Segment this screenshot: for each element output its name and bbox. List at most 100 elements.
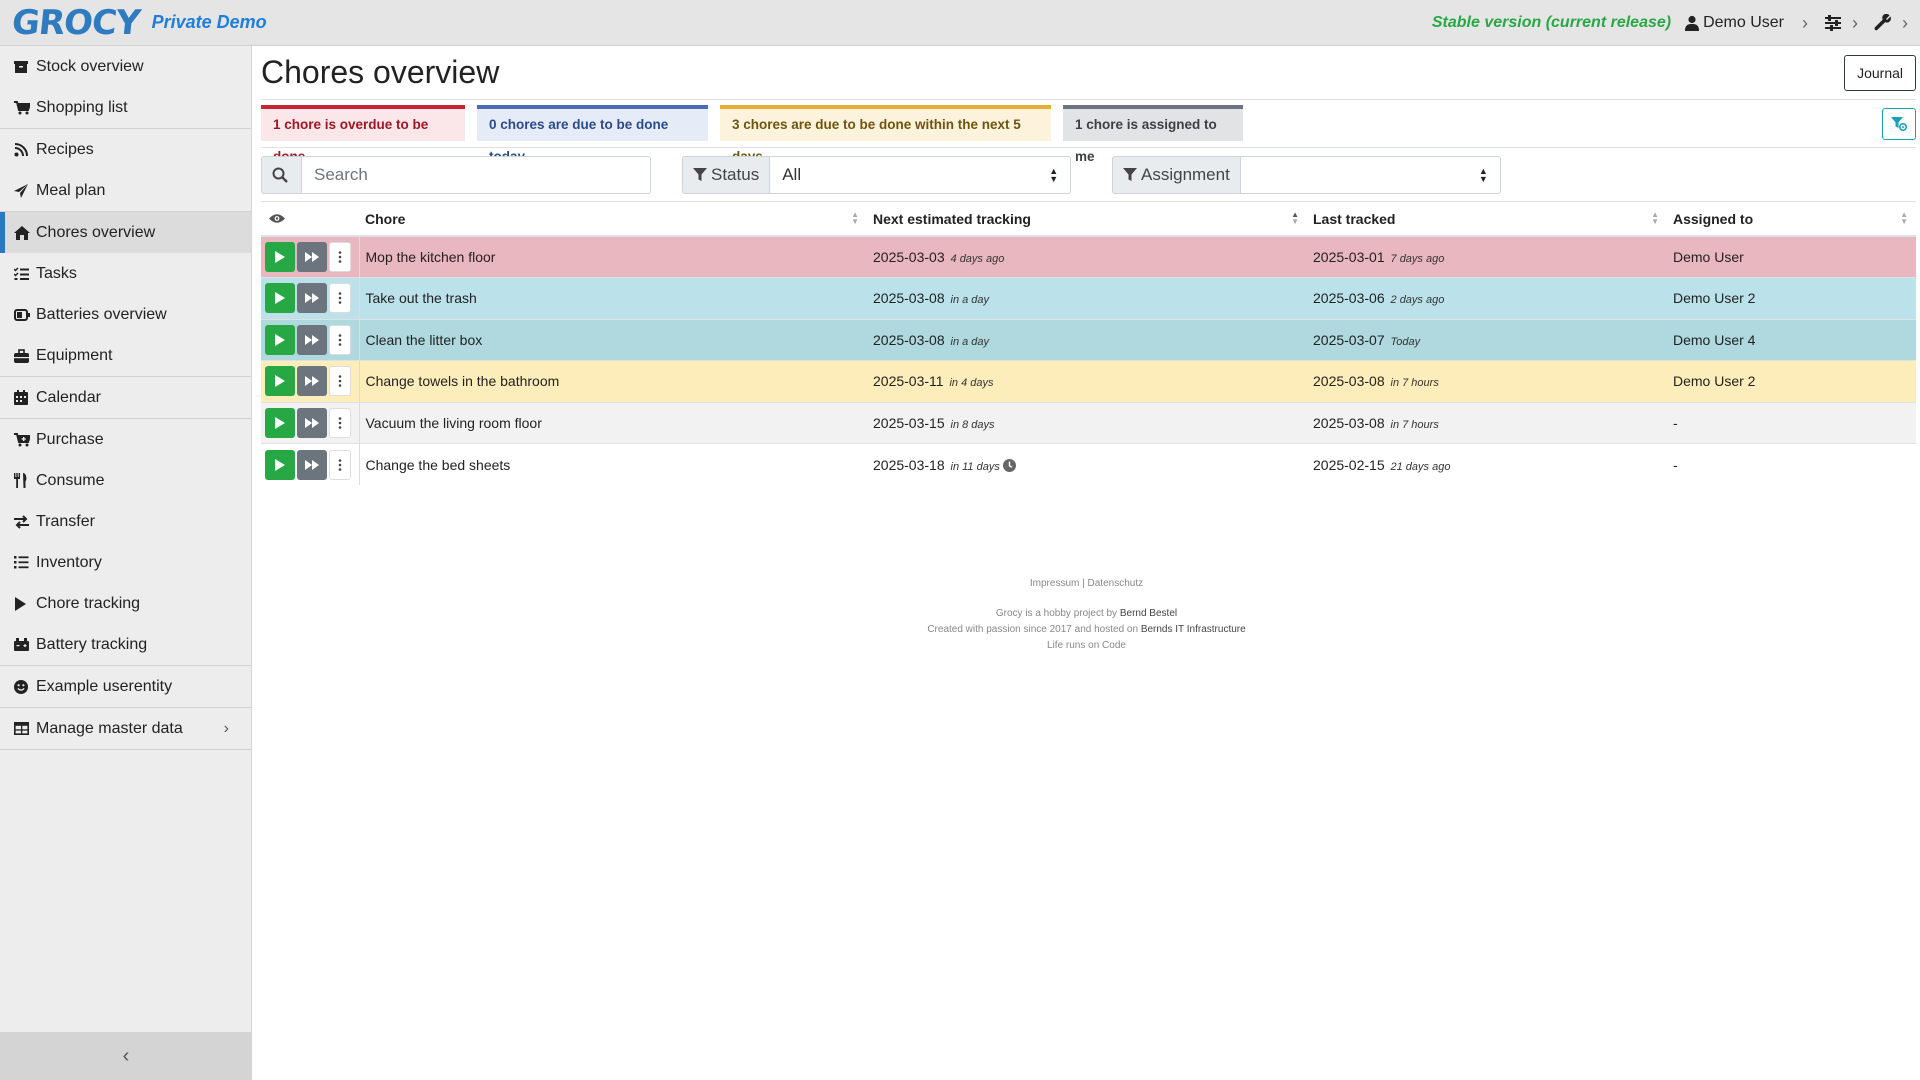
version-label[interactable]: Stable version (current release) — [1432, 14, 1671, 32]
author-link[interactable]: Bernd Bestel — [1120, 608, 1177, 619]
chevron-right-icon[interactable]: › — [224, 720, 229, 738]
sidebar-item-chores-overview[interactable]: Chores overview — [0, 212, 251, 253]
search-addon — [261, 156, 302, 194]
top-navbar: GROCY Private Demo Stable version (curre… — [0, 0, 1920, 46]
more-options-button[interactable] — [329, 283, 351, 314]
sidebar: Stock overview Shopping list Recipes Mea… — [0, 46, 252, 1080]
table-row[interactable]: Mop the kitchen floor 2025-03-03 4 days … — [261, 236, 1916, 278]
chore-name[interactable]: Clean the litter box — [359, 319, 867, 361]
chore-name[interactable]: Take out the trash — [359, 277, 867, 320]
track-chore-button[interactable] — [265, 449, 295, 480]
sidebar-item-example-userentity[interactable]: Example userentity — [0, 666, 251, 707]
status-filter-select[interactable]: All ▲ ▼ — [770, 156, 1072, 194]
track-chore-button[interactable] — [265, 366, 295, 397]
table-row[interactable]: Change towels in the bathroom 2025-03-11… — [261, 360, 1916, 403]
grocy-logo[interactable]: GROCY — [10, 0, 142, 46]
table-row[interactable]: Vacuum the living room floor 2025-03-15 … — [261, 402, 1916, 444]
more-options-button[interactable] — [329, 242, 351, 272]
chevron-right-icon[interactable]: › — [1802, 13, 1808, 34]
more-options-button[interactable] — [329, 366, 351, 397]
calendar-icon — [14, 390, 36, 405]
chore-name[interactable]: Change towels in the bathroom — [359, 360, 867, 403]
column-header-next-tracking[interactable]: Next estimated tracking ▲ ▼ — [867, 202, 1307, 237]
skip-chore-button[interactable] — [297, 449, 327, 480]
column-header-last-tracked[interactable]: Last tracked ▲ ▼ — [1307, 202, 1667, 237]
ellipsis-vertical-icon — [338, 416, 342, 429]
ellipsis-vertical-icon — [338, 458, 342, 471]
assignment-filter-group: Assignment ▲ ▼ — [1112, 156, 1501, 194]
table-row[interactable]: Change the bed sheets 2025-03-18 in 11 d… — [261, 443, 1916, 485]
more-options-button[interactable] — [329, 324, 351, 355]
sidebar-item-consume[interactable]: Consume — [0, 460, 251, 501]
skip-chore-button[interactable] — [297, 324, 327, 355]
exchange-icon — [14, 514, 36, 529]
track-chore-button[interactable] — [265, 283, 295, 314]
sidebar-item-equipment[interactable]: Equipment — [0, 335, 251, 376]
chore-name[interactable]: Change the bed sheets — [359, 443, 867, 485]
settings-sliders-icon[interactable] — [1824, 15, 1842, 31]
host-link[interactable]: Bernds IT Infrastructure — [1141, 624, 1246, 635]
sidebar-item-label: Manage master data — [36, 719, 183, 737]
sidebar-item-inventory[interactable]: Inventory — [0, 542, 251, 583]
user-menu[interactable]: Demo User — [1685, 14, 1784, 32]
chore-name[interactable]: Vacuum the living room floor — [359, 402, 867, 444]
table-header-row: Chore ▲ ▼ Next estimated tracking ▲ ▼ Last t… — [261, 202, 1916, 237]
skip-chore-button[interactable] — [297, 242, 327, 272]
fast-forward-icon — [305, 459, 319, 470]
sidebar-item-stock-overview[interactable]: Stock overview — [0, 46, 251, 87]
sidebar-collapse-button[interactable]: ‹ — [0, 1032, 252, 1080]
sidebar-item-transfer[interactable]: Transfer — [0, 501, 251, 542]
play-icon — [275, 375, 285, 388]
play-icon — [14, 596, 36, 611]
assignment-filter-select[interactable]: ▲ ▼ — [1240, 156, 1501, 194]
sidebar-item-calendar[interactable]: Calendar — [0, 377, 251, 418]
footer-hosting: Created with passion since 2017 and host… — [927, 624, 1246, 635]
sidebar-item-batteries-overview[interactable]: Batteries overview — [0, 294, 251, 335]
track-chore-button[interactable] — [265, 242, 295, 272]
sidebar-item-tasks[interactable]: Tasks — [0, 253, 251, 294]
sidebar-item-shopping-list[interactable]: Shopping list — [0, 87, 251, 128]
sidebar-item-purchase[interactable]: Purchase — [0, 419, 251, 460]
status-badge-due-soon[interactable]: 3 chores are due to be done within the n… — [720, 105, 1051, 164]
sidebar-item-manage-master-data[interactable]: Manage master data › — [0, 708, 251, 749]
assigned-to: Demo User 2 — [1667, 277, 1916, 320]
topbar-right: Stable version (current release) Demo Us… — [1432, 0, 1920, 46]
sort-asc-icon: ▲ ▼ — [1291, 210, 1299, 226]
chore-name[interactable]: Mop the kitchen floor — [359, 236, 867, 278]
assigned-to: Demo User 4 — [1667, 319, 1916, 361]
status-badge-assigned-to-me[interactable]: 1 chore is assigned to me — [1063, 105, 1243, 164]
wrench-icon[interactable] — [1874, 14, 1892, 32]
journal-button[interactable]: Journal — [1844, 55, 1916, 91]
chevron-right-icon[interactable]: › — [1852, 13, 1858, 34]
impressum-link[interactable]: Impressum — [1030, 578, 1079, 589]
skip-chore-button[interactable] — [297, 407, 327, 438]
table-row[interactable]: Take out the trash 2025-03-08 in a day 2… — [261, 277, 1916, 320]
chevron-right-icon[interactable]: › — [1902, 13, 1908, 34]
column-header-assigned-to[interactable]: Assigned to ▲ ▼ — [1667, 202, 1916, 237]
status-badge-overdue[interactable]: 1 chore is overdue to be done — [261, 105, 465, 164]
ellipsis-vertical-icon — [338, 251, 342, 263]
more-options-button[interactable] — [329, 449, 351, 480]
search-input[interactable]: Search — [302, 156, 651, 194]
page-title: Chores overview — [261, 54, 500, 90]
sidebar-divider — [0, 749, 251, 750]
status-badge-due-today[interactable]: 0 chores are due to be done today — [477, 105, 708, 164]
filter-toggle-button[interactable] — [1882, 108, 1916, 140]
skip-chore-button[interactable] — [297, 283, 327, 314]
track-chore-button[interactable] — [265, 407, 295, 438]
sidebar-item-chore-tracking[interactable]: Chore tracking — [0, 583, 251, 624]
column-header-chore[interactable]: Chore ▲ ▼ — [359, 202, 867, 237]
skip-chore-button[interactable] — [297, 366, 327, 397]
more-options-button[interactable] — [329, 407, 351, 438]
track-chore-button[interactable] — [265, 324, 295, 355]
datenschutz-link[interactable]: Datenschutz — [1088, 578, 1144, 589]
column-visibility-header[interactable] — [261, 202, 359, 237]
sidebar-item-recipes[interactable]: Recipes — [0, 129, 251, 170]
footer-legal: Impressum | Datenschutz — [1029, 578, 1144, 589]
last-tracked: 2025-03-01 7 days ago — [1307, 236, 1667, 278]
search-icon — [272, 167, 288, 183]
table-row[interactable]: Clean the litter box 2025-03-08 in a day… — [261, 319, 1916, 361]
sidebar-item-battery-tracking[interactable]: Battery tracking — [0, 624, 251, 665]
ellipsis-vertical-icon — [338, 375, 342, 388]
sidebar-item-meal-plan[interactable]: Meal plan — [0, 170, 251, 211]
